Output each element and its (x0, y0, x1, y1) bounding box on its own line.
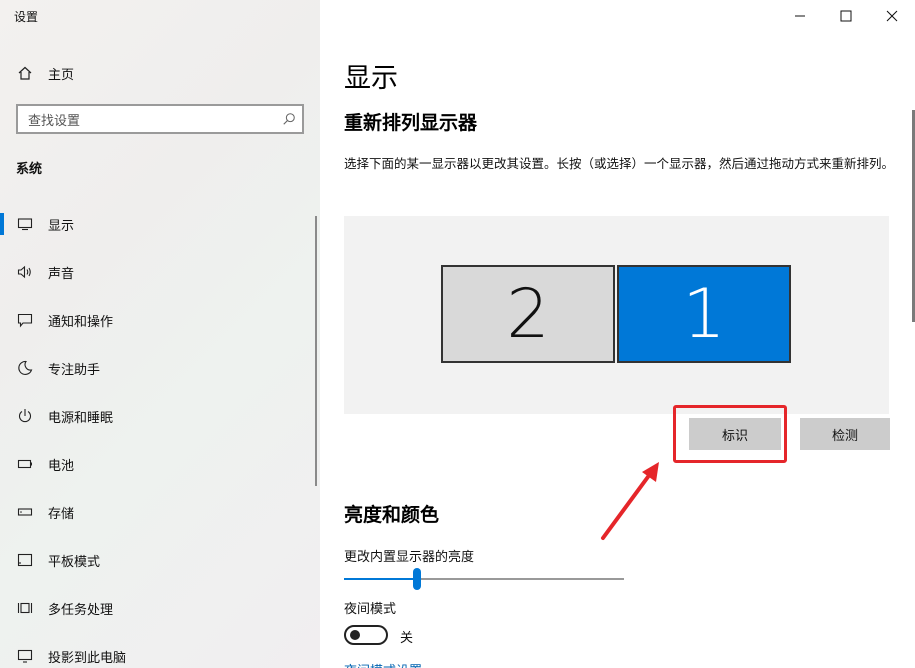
maximize-icon (840, 10, 852, 22)
section-title: 系统 (16, 162, 43, 177)
notification-icon (0, 312, 48, 328)
toggle-knob (350, 630, 360, 640)
sidebar-item-label: 多任务处理 (48, 602, 114, 618)
close-icon (886, 10, 898, 22)
project-icon (0, 648, 48, 664)
multitask-icon (0, 600, 48, 616)
monitor-2-tile[interactable]: 2 (441, 265, 615, 363)
sidebar-item-battery[interactable]: 电池 (0, 440, 320, 488)
sidebar-scrollbar[interactable] (315, 216, 317, 486)
app-title: 设置 (14, 10, 39, 24)
speaker-icon (0, 264, 48, 280)
display-arrangement-area: 2 1 (344, 216, 889, 414)
sidebar-item-label: 平板模式 (48, 554, 101, 570)
slider-thumb[interactable] (413, 568, 421, 590)
sidebar-item-sound[interactable]: 声音 (0, 248, 320, 296)
sidebar-item-project[interactable]: 投影到此电脑 (0, 632, 320, 668)
monitor-1-tile[interactable]: 1 (617, 265, 791, 363)
storage-icon (0, 504, 48, 520)
sidebar-item-label: 声音 (48, 266, 75, 282)
sidebar-item-tablet-mode[interactable]: 平板模式 (0, 536, 320, 584)
search-input[interactable]: 查找设置 (18, 110, 276, 129)
minimize-button[interactable] (777, 0, 823, 32)
main-content: 显示 重新排列显示器 选择下面的某一显示器以更改其设置。长按（或选择）一个显示器… (320, 0, 915, 668)
night-mode-label: 夜间模式 (344, 602, 397, 617)
sidebar-item-label: 投影到此电脑 (48, 650, 127, 666)
maximize-button[interactable] (823, 0, 869, 32)
tablet-icon (0, 552, 48, 568)
monitor-icon (0, 216, 48, 232)
identify-button[interactable]: 标识 (689, 418, 781, 450)
brightness-label: 更改内置显示器的亮度 (344, 550, 475, 565)
home-icon (0, 65, 48, 81)
sidebar-item-label: 专注助手 (48, 362, 101, 378)
detect-button[interactable]: 检测 (800, 418, 890, 450)
sidebar-item-display[interactable]: 显示 (0, 200, 320, 248)
sidebar-item-notifications[interactable]: 通知和操作 (0, 296, 320, 344)
battery-icon (0, 456, 48, 472)
sidebar-item-label: 主页 (48, 67, 75, 83)
close-button[interactable] (869, 0, 915, 32)
brightness-slider[interactable] (344, 566, 624, 592)
window-controls (777, 0, 915, 32)
sidebar-item-label: 显示 (48, 218, 75, 234)
sidebar-item-label: 电源和睡眠 (48, 410, 114, 426)
moon-icon (0, 360, 48, 376)
brightness-section-title: 亮度和颜色 (344, 504, 440, 526)
sidebar-item-label: 存储 (48, 506, 75, 522)
sidebar-item-label: 通知和操作 (48, 314, 114, 330)
sidebar-item-storage[interactable]: 存储 (0, 488, 320, 536)
sidebar-item-home[interactable]: 主页 (0, 60, 320, 86)
sidebar: 设置 主页 查找设置 系统 显示 声音 通知和操作 专注助手 电源和睡眠 电池 … (0, 0, 320, 668)
sidebar-item-label: 电池 (48, 458, 75, 474)
sidebar-item-power[interactable]: 电源和睡眠 (0, 392, 320, 440)
night-mode-toggle[interactable] (344, 625, 388, 645)
arrow-annotation-icon (601, 462, 659, 540)
page-title: 显示 (344, 63, 398, 94)
minimize-icon (795, 15, 805, 17)
search-box[interactable]: 查找设置 (16, 104, 304, 134)
nav-list: 显示 声音 通知和操作 专注助手 电源和睡眠 电池 存储 平板模式 多任务处理 … (0, 200, 320, 668)
sidebar-item-multitasking[interactable]: 多任务处理 (0, 584, 320, 632)
rearrange-description: 选择下面的某一显示器以更改其设置。长按（或选择）一个显示器，然后通过拖动方式来重… (344, 156, 895, 171)
rearrange-title: 重新排列显示器 (344, 112, 478, 134)
search-icon[interactable] (276, 106, 302, 132)
power-icon (0, 408, 48, 424)
slider-fill (344, 578, 417, 580)
night-mode-state: 关 (400, 631, 414, 646)
sidebar-item-focus-assist[interactable]: 专注助手 (0, 344, 320, 392)
night-mode-settings-link[interactable]: 夜间模式设置 (344, 660, 422, 668)
